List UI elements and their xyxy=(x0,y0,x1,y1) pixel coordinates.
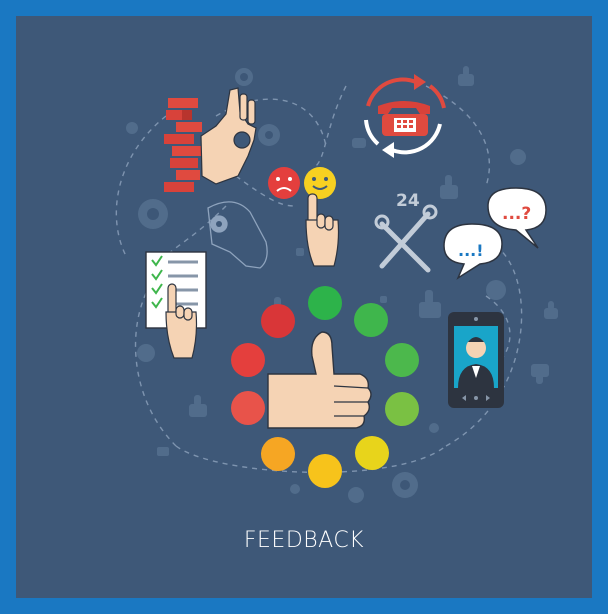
rating-dot xyxy=(231,391,265,425)
rating-dot xyxy=(231,343,265,377)
badge-24-text: 24 xyxy=(396,191,420,211)
thumbs-up-icon xyxy=(267,331,372,429)
illustration-panel: 24 ...? ...! FEEDBACK xyxy=(16,16,592,598)
thumbs-up-icon xyxy=(419,290,441,318)
rating-dot xyxy=(261,437,295,471)
brick-wall-icon xyxy=(164,98,202,192)
speech-bubbles-icon: ...? ...! xyxy=(443,187,547,280)
rating-dot xyxy=(354,303,388,337)
speech-small-text: ...! xyxy=(458,241,484,260)
gear-icon xyxy=(258,124,280,146)
pointing-hand-icon xyxy=(305,193,340,267)
thumbs-down-icon xyxy=(531,364,549,384)
speech-large-text: ...? xyxy=(502,204,531,224)
sad-face-icon xyxy=(268,167,300,199)
rating-dot xyxy=(355,436,389,470)
happy-face-icon xyxy=(304,167,336,199)
gear-icon xyxy=(348,487,364,503)
thumbs-up-icon xyxy=(544,301,558,319)
gear-icon xyxy=(510,149,526,165)
thumbs-up-icon xyxy=(157,447,169,456)
gear-icon xyxy=(290,484,300,494)
feedback-caption: FEEDBACK xyxy=(243,528,365,553)
tools-24-icon: 24 xyxy=(374,191,438,273)
gear-icon xyxy=(429,423,439,433)
telephone-icon xyxy=(378,101,430,136)
gear-icon xyxy=(137,344,155,362)
outer-frame: 24 ...? ...! FEEDBACK xyxy=(0,0,608,614)
thumbs-up-icon xyxy=(458,66,474,86)
thumbs-down-icon xyxy=(352,138,366,148)
thumbs-up-icon xyxy=(189,395,207,417)
gear-icon xyxy=(486,280,506,300)
gear-icon xyxy=(126,122,138,134)
gear-icon xyxy=(138,199,168,229)
smartphone-user-icon xyxy=(448,312,504,408)
rating-dot xyxy=(385,343,419,377)
hand-gear-outline-icon xyxy=(207,201,268,269)
rating-dot xyxy=(261,304,295,338)
feedback-illustration: 24 ...? ...! xyxy=(115,66,558,503)
ok-gesture-hand-icon xyxy=(200,87,257,185)
gear-icon xyxy=(235,68,253,86)
rating-dot xyxy=(308,286,342,320)
rating-dot xyxy=(308,454,342,488)
gear-icon xyxy=(392,472,418,498)
rating-dot xyxy=(385,392,419,426)
thumbs-up-icon xyxy=(440,175,458,199)
